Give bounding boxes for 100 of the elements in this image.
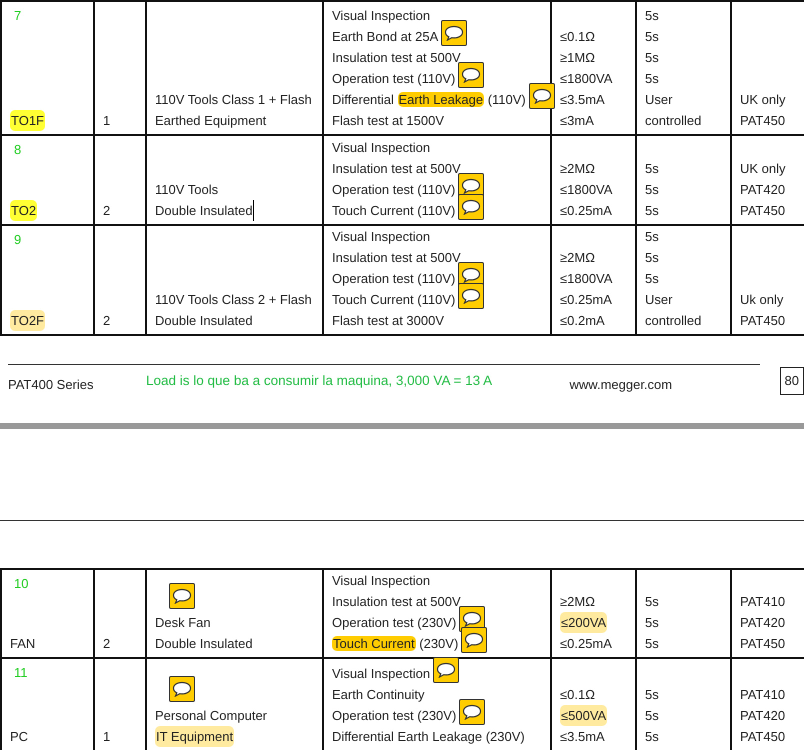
quantity-text: 1 xyxy=(103,728,110,746)
model-text: PAT450 xyxy=(740,635,786,653)
model-text: PAT420 xyxy=(740,614,786,632)
time-text: 5s xyxy=(645,49,659,67)
test-text: Operation test (110V) xyxy=(332,68,456,89)
test-text: Insulation test at 500V xyxy=(332,160,461,178)
row-number: 8 xyxy=(14,141,22,159)
test-text: Visual Inspection xyxy=(332,7,430,25)
series-text: PAT400 Series xyxy=(8,376,95,394)
time-text: 5s xyxy=(645,160,659,178)
limit-text: ≤1800VA xyxy=(560,181,612,199)
quantity-text: 1 xyxy=(103,112,110,130)
page-number: 80 xyxy=(780,367,804,394)
model-text: PAT420 xyxy=(740,707,786,725)
time-text: User xyxy=(645,91,672,109)
test-text: Touch Current (110V) xyxy=(332,289,456,310)
website-text: www.megger.com xyxy=(570,376,672,394)
description-text: Personal Computer xyxy=(155,707,267,725)
test-text: Earth Bond at 25A xyxy=(332,26,438,47)
time-text: 5s xyxy=(645,28,659,46)
time-text: 5s xyxy=(645,635,659,653)
time-text: controlled xyxy=(645,112,702,130)
quantity-text: 2 xyxy=(103,312,110,330)
test-text: Visual Inspection xyxy=(332,139,430,157)
model-text: PAT450 xyxy=(740,312,786,330)
limit-text: ≥2MΩ xyxy=(560,249,595,267)
time-text: 5s xyxy=(645,7,659,25)
test-text: Visual Inspection xyxy=(332,572,430,590)
item-code: TO2 xyxy=(10,200,38,221)
test-text: Insulation test at 500V xyxy=(332,249,461,267)
time-text: 5s xyxy=(645,270,659,288)
description-text: Double Insulated xyxy=(155,312,253,330)
time-text: 5s xyxy=(645,249,659,267)
description-text: IT Equipment xyxy=(155,726,234,747)
description-text: Desk Fan xyxy=(155,614,211,632)
note-text: Load is lo que ba a consumir la maquina, 3,000 VA = 13 A xyxy=(146,372,492,390)
quantity-text: 2 xyxy=(103,202,110,220)
item-code: PC xyxy=(10,728,28,746)
test-text: Flash test at 3000V xyxy=(332,312,444,330)
description-text: Earthed Equipment xyxy=(155,112,266,130)
row-number: 7 xyxy=(14,7,22,25)
time-text: 5s xyxy=(645,614,659,632)
time-text: 5s xyxy=(645,593,659,611)
limit-text: ≤0.1Ω xyxy=(560,28,595,46)
limit-text: ≤500VA xyxy=(560,705,608,726)
limit-text: ≥1MΩ xyxy=(560,49,595,67)
model-text: PAT410 xyxy=(740,593,786,611)
item-code: FAN xyxy=(10,635,36,653)
item-code: TO1F xyxy=(10,110,45,131)
limit-text: ≤3.5mA xyxy=(560,91,605,109)
limit-text: ≥2MΩ xyxy=(560,160,595,178)
model-text: PAT450 xyxy=(740,202,786,220)
limit-text: ≤0.25mA xyxy=(560,202,612,220)
description-text: Double Insulated xyxy=(155,635,253,653)
test-text: Insulation test at 500V xyxy=(332,49,461,67)
model-text: PAT450 xyxy=(740,728,786,746)
model-text: PAT420 xyxy=(740,181,786,199)
row-number: 11 xyxy=(14,664,28,682)
limit-text: ≤1800VA xyxy=(560,270,612,288)
test-text: Visual Inspection xyxy=(332,228,430,246)
test-text: Operation test (230V) xyxy=(332,705,456,726)
time-text: controlled xyxy=(645,312,702,330)
test-text: Differential Earth Leakage (230V) xyxy=(332,728,525,746)
test-text: Touch Current (230V) xyxy=(332,633,458,654)
time-text: 5s xyxy=(645,686,659,704)
time-text: 5s xyxy=(645,728,659,746)
description-text: 110V Tools Class 1 + Flash xyxy=(155,91,312,109)
description-text: 110V Tools xyxy=(155,181,218,199)
time-text: 5s xyxy=(645,707,659,725)
model-text: PAT450 xyxy=(740,112,786,130)
time-text: 5s xyxy=(645,181,659,199)
description-text: 110V Tools Class 2 + Flash xyxy=(155,291,312,309)
time-text: User xyxy=(645,291,672,309)
test-text: Visual Inspection xyxy=(332,663,430,684)
model-text: PAT410 xyxy=(740,686,786,704)
time-text: 5s xyxy=(645,228,659,246)
limit-text: ≤3mA xyxy=(560,112,594,130)
limit-text: ≤0.25mA xyxy=(560,635,612,653)
limit-text: ≤1800VA xyxy=(560,70,612,88)
test-text: Insulation test at 500V xyxy=(332,593,461,611)
test-text: Flash test at 1500V xyxy=(332,112,444,130)
quantity-text: 2 xyxy=(103,635,110,653)
test-text: Differential Earth Leakage (110V) xyxy=(332,89,526,110)
limit-text: ≤0.2mA xyxy=(560,312,605,330)
test-text: Earth Continuity xyxy=(332,686,424,704)
model-text: UK only xyxy=(740,160,786,178)
limit-text: ≤200VA xyxy=(560,612,608,633)
row-number: 10 xyxy=(14,575,28,593)
time-text: 5s xyxy=(645,70,659,88)
model-text: Uk only xyxy=(740,291,784,309)
model-text: UK only xyxy=(740,91,786,109)
row-number: 9 xyxy=(14,231,22,249)
time-text: 5s xyxy=(645,202,659,220)
item-code: TO2F xyxy=(10,310,45,331)
test-text: Touch Current (110V) xyxy=(332,200,456,221)
limit-text: ≤0.1Ω xyxy=(560,686,595,704)
limit-text: ≥2MΩ xyxy=(560,593,595,611)
description-text: Double Insulated xyxy=(155,200,254,221)
limit-text: ≤3.5mA xyxy=(560,728,605,746)
limit-text: ≤0.25mA xyxy=(560,291,612,309)
